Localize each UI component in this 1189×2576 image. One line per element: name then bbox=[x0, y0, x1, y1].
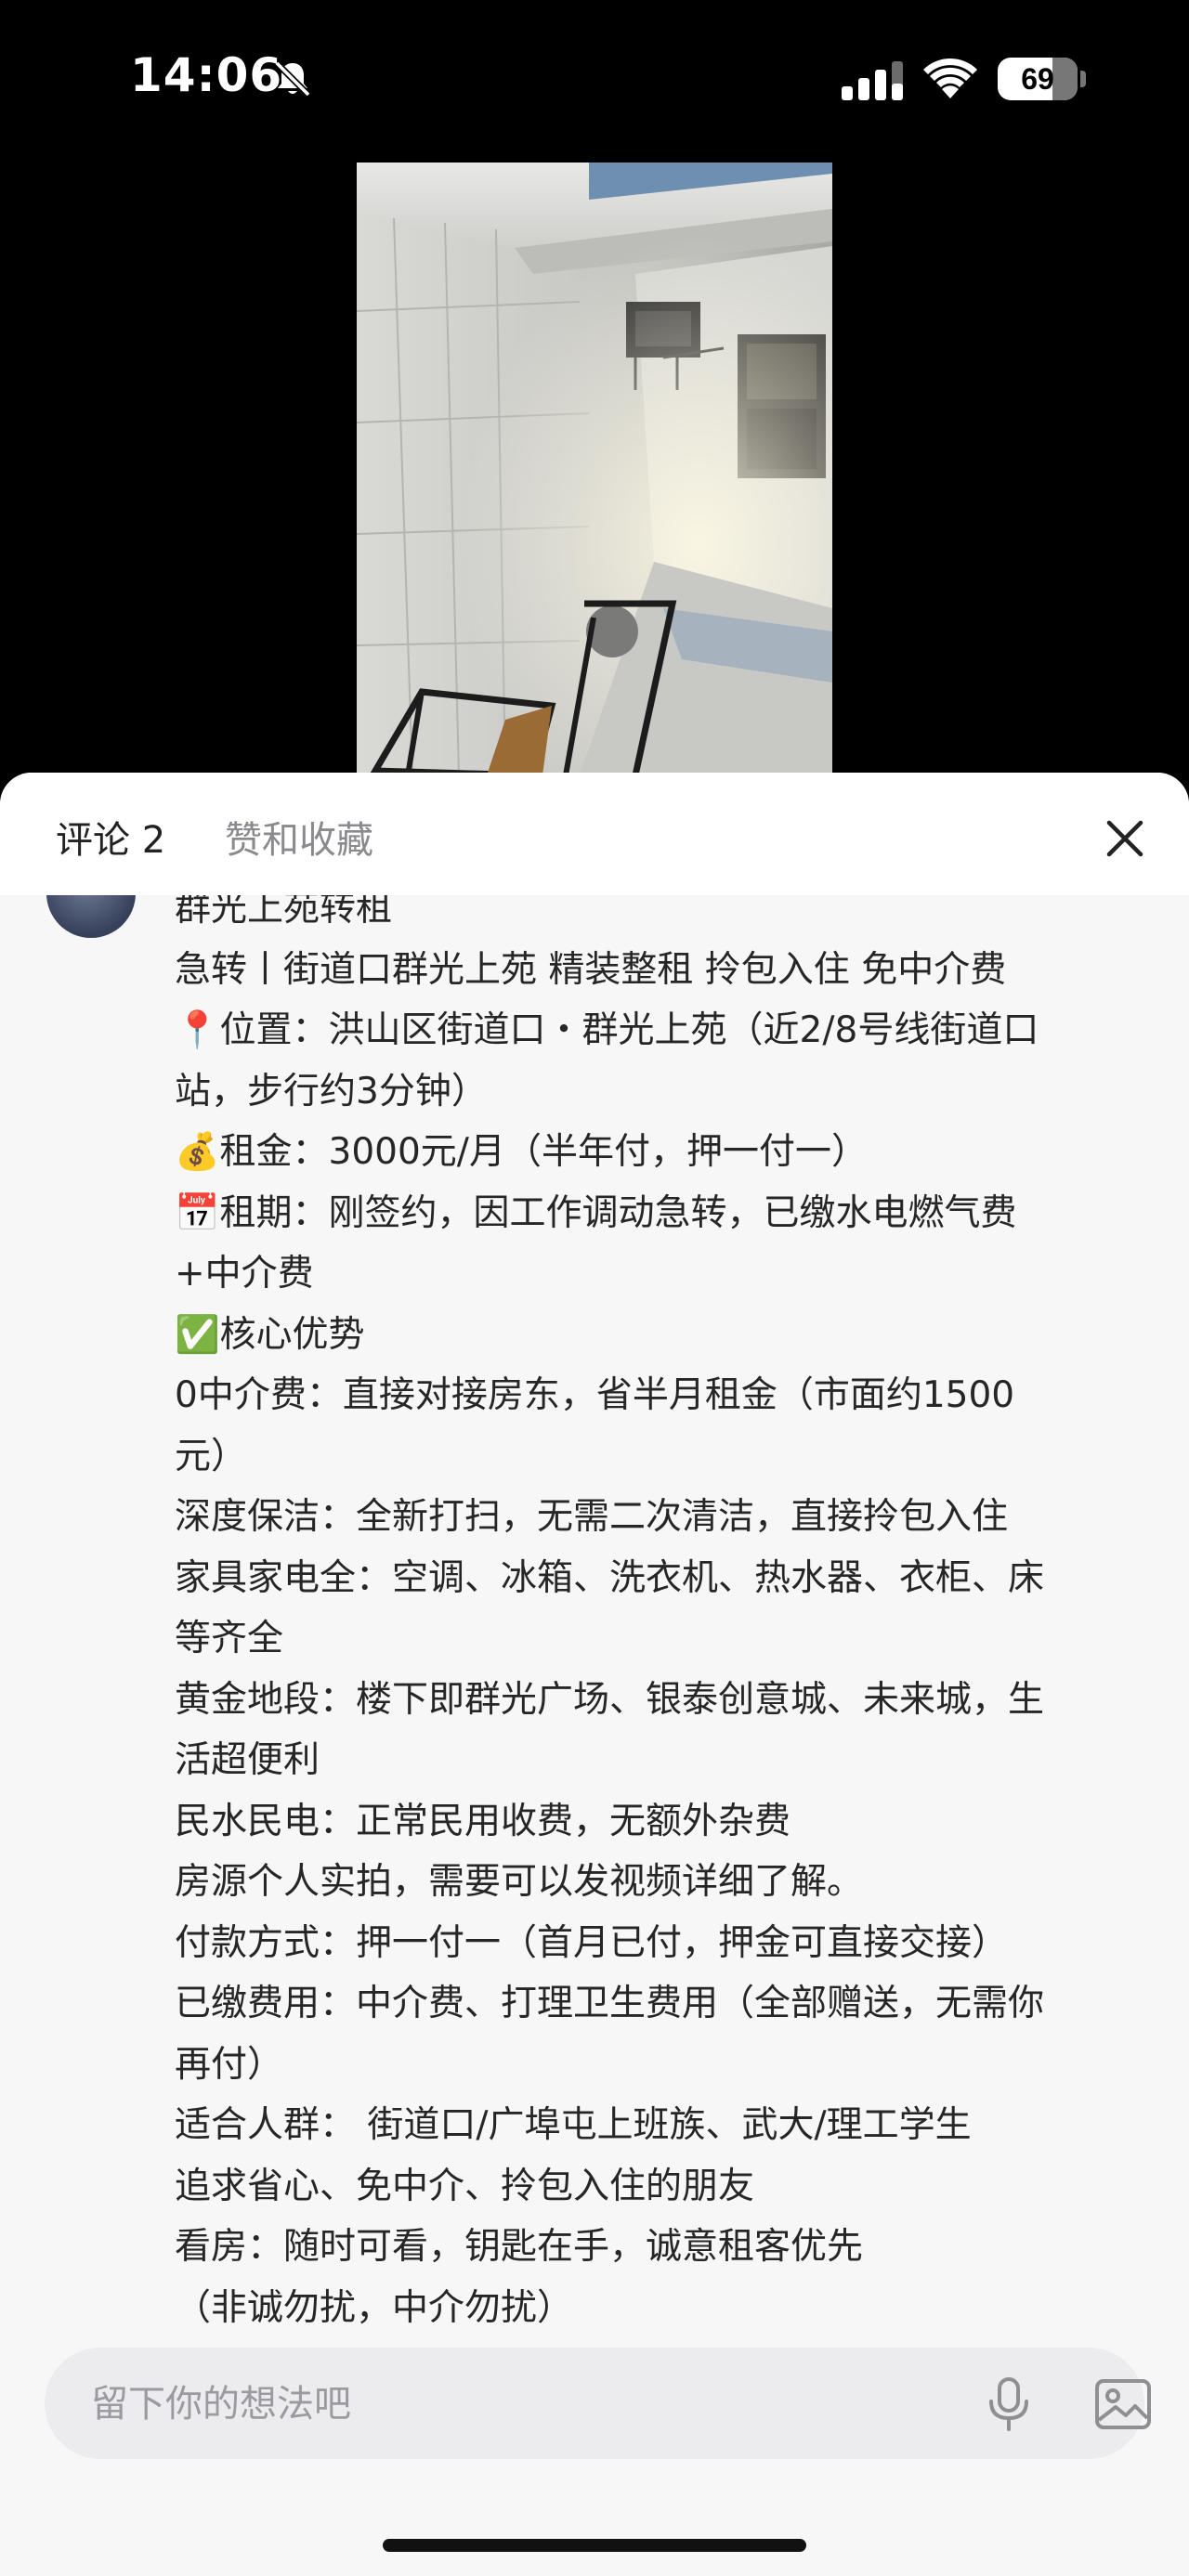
comment-line: 元） bbox=[175, 1435, 248, 1477]
comment-line: 房源个人实拍，需要可以发视频详细了解。 bbox=[175, 1861, 864, 1903]
comment-line: 看房：随时可看，钥匙在手，诚意租客优先 bbox=[175, 2226, 864, 2268]
comment-line: 站，步行约3分钟） bbox=[175, 1070, 488, 1112]
comment-line: 追求省心、免中介、拎包入住的朋友 bbox=[175, 2165, 755, 2207]
comment-line: 0中介费：直接对接房东，省半月租金（市面约1500 bbox=[175, 1374, 1015, 1416]
comment-line: 已缴费用：中介费、打理卫生费用（全部赠送，无需你 bbox=[175, 1983, 1045, 2024]
microphone-icon[interactable] bbox=[979, 2374, 1039, 2433]
wifi-icon bbox=[923, 58, 977, 98]
comment-line: 📍位置：洪山区街道口・群光上苑（近2/8号线街道口 bbox=[175, 1009, 1039, 1051]
comment-line: ✅核心优势 bbox=[175, 1313, 365, 1356]
comment-line: +中介费 bbox=[175, 1253, 314, 1295]
comment-input-bar bbox=[45, 2348, 1151, 2461]
tab-likes-and-favorites[interactable]: 赞和收藏 bbox=[225, 810, 373, 864]
battery-icon: 69 bbox=[998, 58, 1087, 100]
comment-line: 深度保洁：全新打扫，无需二次清洁，直接拎包入住 bbox=[175, 1496, 1009, 1538]
bell-slash-icon bbox=[274, 60, 311, 98]
comment-line: 活超便利 bbox=[175, 1739, 320, 1781]
battery-body: 69 bbox=[998, 58, 1078, 100]
phone-screen: 14:06 69 评论 2 赞和收藏 群光上苑转租 急转丨街道口群光上苑 精装整… bbox=[0, 0, 1189, 2576]
comment-line: 再付） bbox=[175, 2043, 284, 2086]
comment-sheet: 评论 2 赞和收藏 群光上苑转租 急转丨街道口群光上苑 精装整租 拎包入住 免中… bbox=[0, 773, 1189, 2576]
battery-cap bbox=[1080, 71, 1086, 87]
comment-text: 群光上苑转租 急转丨街道口群光上苑 精装整租 拎包入住 免中介费 📍位置：洪山区… bbox=[175, 895, 1150, 2338]
comment-line: 适合人群： 街道口/广埠屯上班族、武大/理工学生 bbox=[175, 2104, 972, 2146]
comment-line: 群光上苑转租 bbox=[175, 895, 393, 930]
comment-line: （非诚勿扰，中介勿扰） bbox=[175, 2286, 574, 2329]
apartment-room-photo[interactable] bbox=[357, 163, 832, 775]
status-bar: 14:06 69 bbox=[0, 0, 1189, 158]
signal-bars-icon bbox=[842, 61, 903, 100]
comment-line: 付款方式：押一付一（首月已付，押金可直接交接） bbox=[175, 1921, 1009, 1964]
image-icon[interactable] bbox=[1092, 2375, 1154, 2433]
sheet-header: 评论 2 赞和收藏 bbox=[0, 773, 1189, 895]
comment-line: 急转丨街道口群光上苑 精装整租 拎包入住 免中介费 bbox=[175, 948, 1007, 991]
close-icon[interactable] bbox=[1096, 810, 1154, 867]
tab-comments[interactable]: 评论 2 bbox=[56, 810, 165, 864]
comment-line: 黄金地段：楼下即群光广场、银泰创意城、未来城，生 bbox=[175, 1678, 1045, 1721]
avatar[interactable] bbox=[46, 895, 136, 938]
comment-line: 等齐全 bbox=[175, 1618, 284, 1659]
status-time: 14:06 bbox=[130, 48, 283, 102]
comment-line: 民水民电：正常民用收费，无额外杂费 bbox=[175, 1800, 791, 1842]
comment-input[interactable] bbox=[89, 2348, 947, 2461]
comment-body: 群光上苑转租 急转丨街道口群光上苑 精装整租 拎包入住 免中介费 📍位置：洪山区… bbox=[0, 895, 1189, 2440]
comment-line: 📅租期：刚签约，因工作调动急转，已缴水电燃气费 bbox=[175, 1191, 1017, 1234]
comment-line: 家具家电全：空调、冰箱、洗衣机、热水器、衣柜、床 bbox=[175, 1556, 1045, 1599]
battery-level: 69 bbox=[1021, 62, 1054, 96]
home-indicator[interactable] bbox=[383, 2539, 806, 2552]
comment-line: 💰租金：3000元/月（半年付，押一付一） bbox=[175, 1131, 868, 1173]
